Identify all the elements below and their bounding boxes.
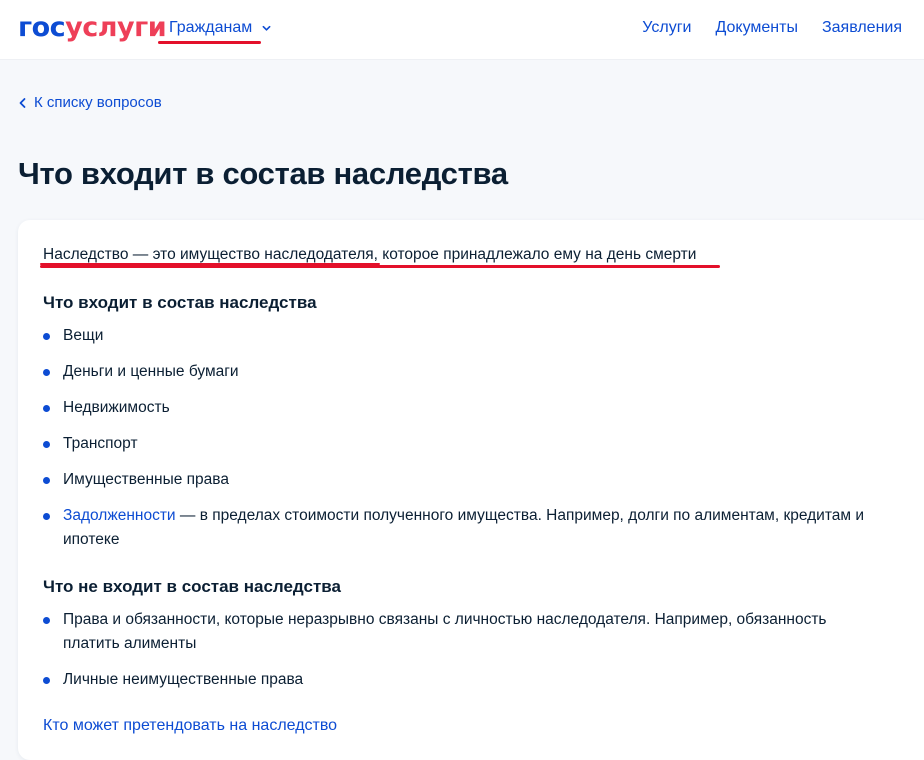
list-item-text: Недвижимость	[63, 399, 170, 416]
top-nav-links: Услуги Документы Заявления	[618, 19, 902, 37]
bullet-icon	[43, 513, 50, 520]
nav-link-documents[interactable]: Документы	[715, 19, 797, 37]
annotation-underline-nav	[158, 41, 261, 44]
bullet-icon	[43, 677, 50, 684]
list-item-text: Имущественные права	[63, 471, 229, 488]
list-item-debts: Задолженности — в пределах стоимости пол…	[43, 504, 903, 552]
list-item-text: Вещи	[63, 327, 104, 344]
bullet-icon	[43, 333, 50, 340]
section-title-excluded: Что не входит в состав наследства	[43, 577, 341, 596]
section-title-included: Что входит в состав наследства	[43, 293, 317, 312]
list-item: Деньги и ценные бумаги	[43, 360, 903, 384]
list-item-text-line2: платить алименты	[63, 635, 197, 652]
list-item: Транспорт	[43, 432, 903, 456]
list-item-text: Транспорт	[63, 435, 138, 452]
bullet-icon	[43, 477, 50, 484]
list-item: Имущественные права	[43, 468, 903, 492]
bullet-icon	[43, 617, 50, 624]
list-item: Недвижимость	[43, 396, 903, 420]
list-item-text: Личные неимущественные права	[63, 671, 304, 688]
intro-text: Наследство — это имущество наследодателя…	[43, 246, 697, 263]
annotation-underline-intro	[40, 265, 720, 268]
debts-link[interactable]: Задолженности	[63, 507, 176, 524]
logo-part-gos: гос	[18, 12, 66, 43]
back-link-label: К списку вопросов	[34, 94, 162, 111]
list-item: Вещи	[43, 324, 903, 348]
debts-description-line2: ипотеке	[63, 531, 120, 548]
back-to-questions-link[interactable]: К списку вопросов	[18, 94, 162, 111]
header: госуслуги Гражданам Услуги Документы Зая…	[0, 0, 924, 60]
nav-link-applications[interactable]: Заявления	[822, 19, 902, 37]
list-item: Личные неимущественные права	[43, 668, 903, 692]
who-can-inherit-link[interactable]: Кто может претендовать на наследство	[43, 717, 337, 735]
bullet-icon	[43, 405, 50, 412]
nav-link-services[interactable]: Услуги	[642, 19, 691, 37]
bullet-icon	[43, 441, 50, 448]
debts-description-line1: — в пределах стоимости полученного имуще…	[175, 507, 865, 524]
list-item-text-line1: Права и обязанности, которые неразрывно …	[63, 611, 827, 628]
chevron-left-icon	[19, 97, 26, 108]
chevron-down-icon	[262, 25, 271, 31]
bullet-icon	[43, 369, 50, 376]
list-item-text: Деньги и ценные бумаги	[63, 363, 239, 380]
logo-part-uslugi: услуги	[65, 12, 167, 43]
page-title: Что входит в состав наследства	[18, 156, 508, 191]
gosuslugi-logo[interactable]: госуслуги	[18, 12, 167, 43]
citizens-dropdown[interactable]: Гражданам	[169, 19, 271, 37]
list-item: Права и обязанности, которые неразрывно …	[43, 608, 903, 656]
citizens-label: Гражданам	[169, 19, 253, 36]
